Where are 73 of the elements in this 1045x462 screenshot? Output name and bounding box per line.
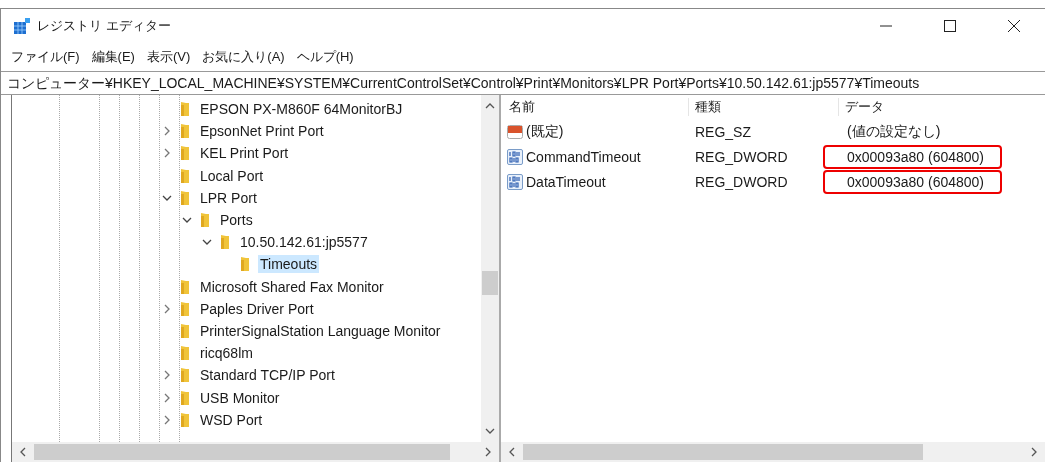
tree-item[interactable]: Local Port — [198, 166, 266, 185]
tree-item[interactable]: EPSON PX-M860F 64MonitorBJ — [198, 100, 405, 119]
vertical-scrollbar[interactable] — [481, 95, 499, 442]
value-name[interactable]: CommandTimeout — [526, 148, 641, 165]
menu-item[interactable]: 編集(E) — [91, 48, 135, 66]
chevron-right-icon[interactable] — [162, 370, 172, 381]
scroll-right-icon[interactable] — [483, 447, 493, 457]
folder-icon — [180, 123, 190, 140]
value-type: REG_DWORD — [694, 173, 789, 190]
horizontal-scrollbar[interactable] — [12, 442, 499, 462]
folder-icon — [180, 345, 190, 362]
column-header[interactable]: 種類 — [689, 98, 839, 116]
value-name[interactable]: DataTimeout — [526, 173, 606, 190]
column-header[interactable]: データ — [839, 98, 1021, 116]
value-type: REG_DWORD — [694, 148, 789, 165]
tree-item[interactable]: Microsoft Shared Fax Monitor — [198, 277, 386, 296]
tree-item[interactable]: Standard TCP/IP Port — [198, 366, 337, 385]
tree-item[interactable]: 10.50.142.61:jp5577 — [238, 233, 370, 252]
folder-icon — [180, 367, 190, 384]
folder-icon — [180, 389, 190, 406]
folder-icon — [180, 411, 190, 428]
menu-item[interactable]: ヘルプ(H) — [296, 48, 354, 66]
address-field[interactable]: コンピューター¥HKEY_LOCAL_MACHINE¥SYSTEM¥CurrentControlSet¥Control¥Print¥Monitors¥LPR Port¥Ports¥10.50.142.61:jp5577¥Timeouts — [1, 71, 1045, 95]
close-icon[interactable] — [1007, 19, 1021, 33]
chevron-right-icon[interactable] — [162, 303, 172, 314]
menu-item[interactable]: 表示(V) — [146, 48, 191, 66]
column-header[interactable]: 名前 — [507, 98, 689, 116]
horizontal-scrollbar[interactable] — [501, 442, 1045, 462]
scroll-thumb[interactable] — [34, 444, 451, 460]
tree-item[interactable]: USB Monitor — [198, 388, 282, 407]
chevron-right-icon[interactable] — [162, 126, 172, 137]
chevron-right-icon[interactable] — [162, 392, 172, 403]
folder-icon — [180, 145, 190, 162]
tree-item[interactable]: KEL Print Port — [198, 144, 291, 163]
folder-icon — [180, 167, 190, 184]
folder-icon — [220, 234, 230, 251]
window-title: レジストリ エディター — [37, 17, 171, 35]
value-data: (値の設定なし) — [846, 121, 942, 141]
value-data: 0x00093a80 (604800) — [823, 169, 1002, 194]
scroll-down-icon[interactable] — [485, 426, 495, 436]
value-type: REG_SZ — [694, 123, 752, 140]
binary-value-icon — [507, 148, 523, 165]
binary-value-icon — [507, 173, 523, 190]
folder-icon — [200, 212, 210, 229]
tree-item[interactable]: ricq68lm — [198, 344, 255, 363]
value-data: 0x00093a80 (604800) — [823, 144, 1002, 169]
scroll-left-icon[interactable] — [507, 447, 517, 457]
folder-icon — [180, 101, 190, 118]
folder-icon — [180, 322, 190, 339]
tree-item[interactable]: WSD Port — [198, 410, 265, 429]
tree-item[interactable]: PrinterSignalStation Language Monitor — [198, 321, 443, 340]
scroll-thumb[interactable] — [523, 444, 923, 460]
tree-item[interactable]: EpsonNet Print Port — [198, 122, 326, 141]
menu-item[interactable]: お気に入り(A) — [202, 48, 285, 66]
value-name[interactable]: (既定) — [526, 122, 564, 141]
folder-icon — [180, 300, 190, 317]
folder-icon — [240, 256, 250, 273]
registry-icon — [13, 17, 31, 35]
string-value-icon — [507, 123, 523, 140]
maximize-icon[interactable] — [943, 19, 957, 33]
folder-icon — [180, 189, 190, 206]
tree-item[interactable]: Timeouts — [258, 255, 320, 274]
scroll-right-icon[interactable] — [1029, 447, 1039, 457]
scroll-left-icon[interactable] — [18, 447, 28, 457]
folder-icon — [180, 278, 190, 295]
tree-item[interactable]: LPR Port — [198, 188, 259, 207]
menu-item[interactable]: ファイル(F) — [11, 48, 80, 66]
scroll-thumb[interactable] — [482, 271, 498, 295]
tree-item[interactable]: Paples Driver Port — [198, 299, 316, 318]
scroll-up-icon[interactable] — [485, 101, 495, 111]
chevron-right-icon[interactable] — [162, 148, 172, 159]
tree-item[interactable]: Ports — [218, 211, 255, 230]
chevron-right-icon[interactable] — [162, 414, 172, 425]
